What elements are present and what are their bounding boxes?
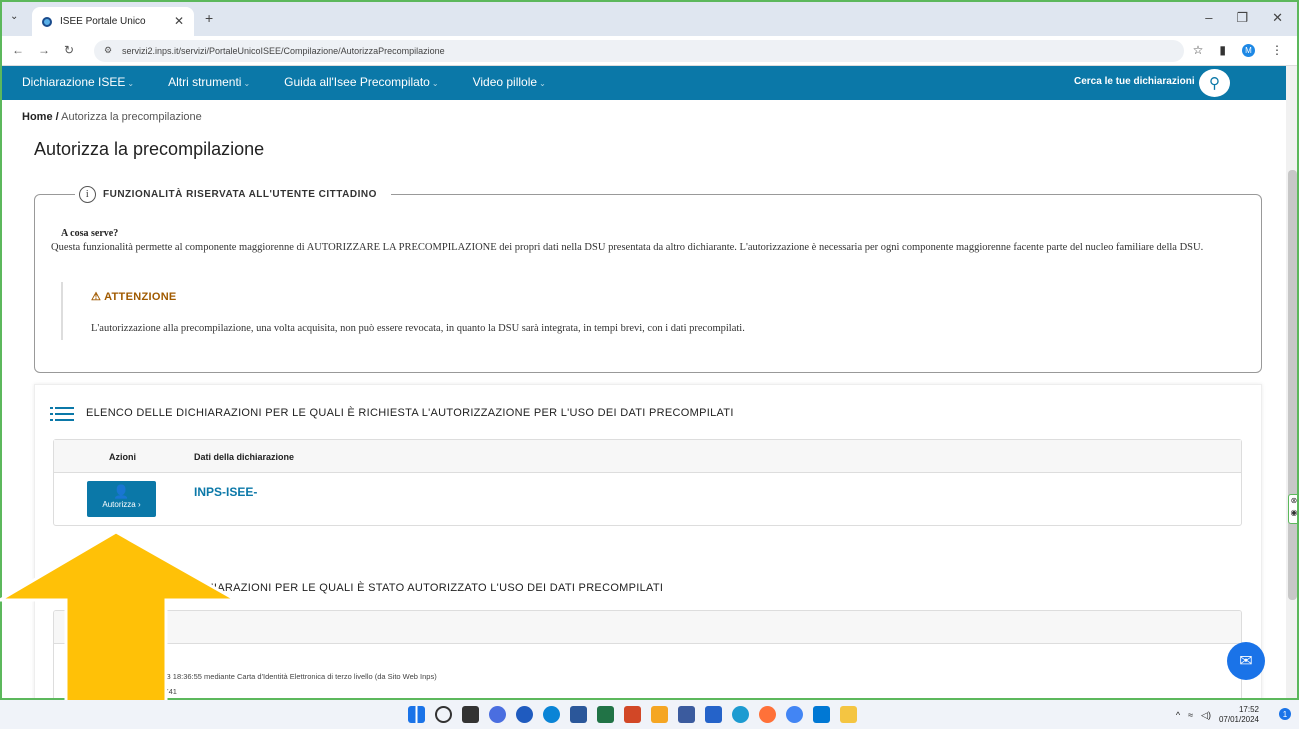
url-field[interactable]: ⚙ servizi2.inps.it/servizi/PortaleUnicoI… <box>94 40 1184 62</box>
chat-icon[interactable]: ✉ <box>1227 642 1265 680</box>
system-tray: ^ ≈ ◁) 17:52 07/01/2024 <box>1176 705 1259 725</box>
page-title: Autorizza la precompilazione <box>34 139 265 159</box>
chevron-down-icon: ⌄ <box>243 79 251 88</box>
declaration-id[interactable]: INPS-ISEE- <box>194 485 257 499</box>
profile-avatar[interactable]: M <box>1242 43 1255 57</box>
word-icon[interactable] <box>570 706 587 723</box>
tab-bar: ⌄ ISEE Portale Unico ✕ + – ❐ ✕ <box>2 2 1297 36</box>
close-window-icon[interactable]: ✕ <box>1272 10 1283 26</box>
app-icon[interactable] <box>678 706 695 723</box>
outlook-icon[interactable] <box>813 706 830 723</box>
annotation-arrow <box>0 530 240 718</box>
skype-icon[interactable] <box>543 706 560 723</box>
chevron-down-icon: ⌄ <box>539 79 546 88</box>
breadcrumb: Home / Autorizza la precompilazione <box>22 111 202 123</box>
autorizza-button[interactable]: 👤 Autorizza › <box>87 481 156 517</box>
col-data: Dati della dichiarazione <box>194 452 295 462</box>
volume-icon[interactable]: ◁) <box>1201 710 1211 721</box>
vlc-icon[interactable] <box>651 706 668 723</box>
menu-altri-strumenti[interactable]: Altri strumenti ⌄ <box>168 75 250 89</box>
info-icon: i <box>79 186 96 203</box>
breadcrumb-separator: / <box>55 111 59 123</box>
search-label[interactable]: Cerca le tue dichiarazioni <box>1074 76 1195 87</box>
breadcrumb-home[interactable]: Home <box>22 111 53 123</box>
chevron-down-icon: ⌄ <box>127 79 135 88</box>
info-heading: A cosa serve? <box>61 228 119 239</box>
breadcrumb-current: Autorizza la precompilazione <box>61 111 202 123</box>
sidepanel-icon[interactable]: ▮ <box>1219 43 1226 57</box>
col-actions: Azioni <box>109 452 136 462</box>
tray-chevron-icon[interactable]: ^ <box>1176 710 1180 720</box>
new-tab-icon[interactable]: + <box>205 10 213 26</box>
site-navbar: Dichiarazione ISEE ⌄ Altri strumenti ⌄ Gui… <box>2 66 1286 100</box>
excel-icon[interactable] <box>597 706 614 723</box>
inps-favicon-icon <box>42 16 52 27</box>
scrollbar[interactable] <box>1286 66 1297 698</box>
pending-section-title: ELENCO DELLE DICHIARAZIONI PER LE QUALI … <box>86 407 734 419</box>
list-icon <box>50 407 74 421</box>
task-view-icon[interactable] <box>462 706 479 723</box>
browser-tab[interactable]: ISEE Portale Unico ✕ <box>32 7 194 36</box>
windows-start-icon[interactable] <box>408 706 425 723</box>
tab-list-chevron-icon[interactable]: ⌄ <box>10 11 18 22</box>
info-fieldset: i FUNZIONALITÀ RISERVATA ALL'UTENTE CITT… <box>34 185 1262 373</box>
edge-icon[interactable] <box>732 706 749 723</box>
scrollbar-thumb[interactable] <box>1288 170 1297 600</box>
close-tab-icon[interactable]: ✕ <box>174 14 184 28</box>
search-icon[interactable] <box>435 706 452 723</box>
chevron-down-icon: ⌄ <box>431 79 439 88</box>
pending-table-header: Azioni Dati della dichiarazione <box>54 440 1241 473</box>
warning-text: L'autorizzazione alla precompilazione, u… <box>91 323 745 334</box>
extension-widget[interactable]: ⊗ ◉ <box>1288 494 1297 524</box>
zotero-icon[interactable] <box>705 706 722 723</box>
clock[interactable]: 17:52 07/01/2024 <box>1219 705 1259 725</box>
site-settings-icon[interactable]: ⚙ <box>104 45 112 56</box>
taskbar: ^ ≈ ◁) 17:52 07/01/2024 1 <box>0 700 1299 729</box>
info-legend: i FUNZIONALITÀ RISERVATA ALL'UTENTE CITT… <box>75 185 391 205</box>
notification-badge[interactable]: 1 <box>1279 708 1291 720</box>
user-icon: 👤 <box>113 484 130 499</box>
wifi-icon[interactable]: ≈ <box>1188 710 1193 720</box>
chrome-icon[interactable] <box>786 706 803 723</box>
powerpoint-icon[interactable] <box>624 706 641 723</box>
forward-icon[interactable]: → <box>38 43 50 57</box>
info-text: Questa funzionalità permette al componen… <box>51 242 1204 253</box>
address-bar: ← → ↻ ⚙ servizi2.inps.it/servizi/Portale… <box>2 36 1297 66</box>
warning-title: ⚠ ATTENZIONE <box>91 291 177 303</box>
firefox-icon[interactable] <box>759 706 776 723</box>
restore-icon[interactable]: ❐ <box>1236 10 1248 26</box>
back-icon[interactable]: ← <box>12 43 24 57</box>
menu-guida[interactable]: Guida all'Isee Precompilato ⌄ <box>284 75 438 89</box>
menu-video-pillole[interactable]: Video pillole ⌄ <box>473 75 546 89</box>
minimize-icon[interactable]: – <box>1205 10 1212 26</box>
zoom-app-icon[interactable] <box>516 706 533 723</box>
file-explorer-icon[interactable] <box>840 706 857 723</box>
pending-table: Azioni Dati della dichiarazione 👤 Autori… <box>53 439 1242 526</box>
reload-icon[interactable]: ↻ <box>64 43 74 57</box>
tab-title: ISEE Portale Unico <box>60 16 146 27</box>
url-text: servizi2.inps.it/servizi/PortaleUnicoISE… <box>122 46 445 56</box>
chat-app-icon[interactable] <box>489 706 506 723</box>
browser-menu-icon[interactable]: ⋮ <box>1271 43 1283 57</box>
menu-dichiarazione-isee[interactable]: Dichiarazione ISEE ⌄ <box>22 75 134 89</box>
bookmark-star-icon[interactable]: ☆ <box>1193 43 1204 57</box>
warning-callout: ⚠ ATTENZIONE L'autorizzazione alla preco… <box>61 282 745 340</box>
search-icon[interactable]: ⚲ <box>1199 69 1230 97</box>
